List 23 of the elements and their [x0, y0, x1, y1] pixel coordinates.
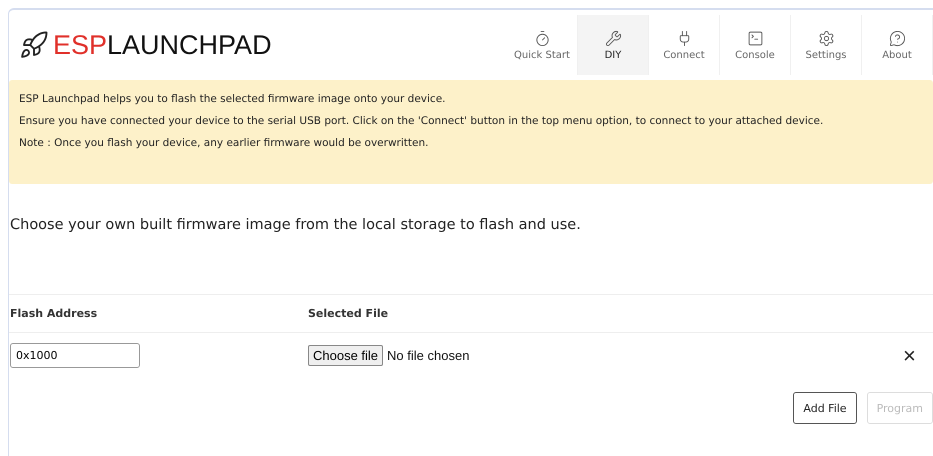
terminal-icon — [746, 30, 764, 46]
flash-address-field[interactable]: 0x1000 — [10, 343, 140, 368]
add-file-button[interactable]: Add File — [793, 392, 857, 424]
rocket-icon — [19, 30, 49, 60]
column-header: Selected File — [308, 306, 390, 322]
nav-tab[interactable]: About — [862, 15, 933, 75]
choose-file-button[interactable]: Choose file — [308, 345, 384, 366]
logo-text: ESPLAUNCHPAD — [53, 30, 272, 60]
intro-text: Choose your own built firmware image from the local storage to flash and use. — [10, 217, 581, 233]
notice-text: Note : Once you flash your device, any earlier firmware would be overwritten. — [19, 136, 430, 150]
nav-tab[interactable]: DIY — [578, 15, 649, 75]
nav-tab[interactable]: Connect — [649, 15, 720, 75]
help-bubble-icon — [888, 30, 906, 46]
wrench-icon — [604, 30, 622, 46]
nav-tab[interactable]: Console — [720, 15, 791, 75]
notice-text: Ensure you have connected your device to the serial USB port. Click on the 'Connect' button in the top menu option, to connect to your attached device. — [19, 114, 824, 128]
timer-icon — [534, 30, 550, 46]
remove-button[interactable]: × — [903, 344, 916, 366]
column-header: Flash Address — [10, 306, 98, 322]
file-status: No file chosen — [387, 348, 470, 363]
settings-icon — [818, 30, 834, 46]
notice-text: ESP Launchpad helps you to flash the selected firmware image onto your device. — [19, 92, 447, 106]
nav-tab[interactable]: Settings — [791, 15, 862, 75]
